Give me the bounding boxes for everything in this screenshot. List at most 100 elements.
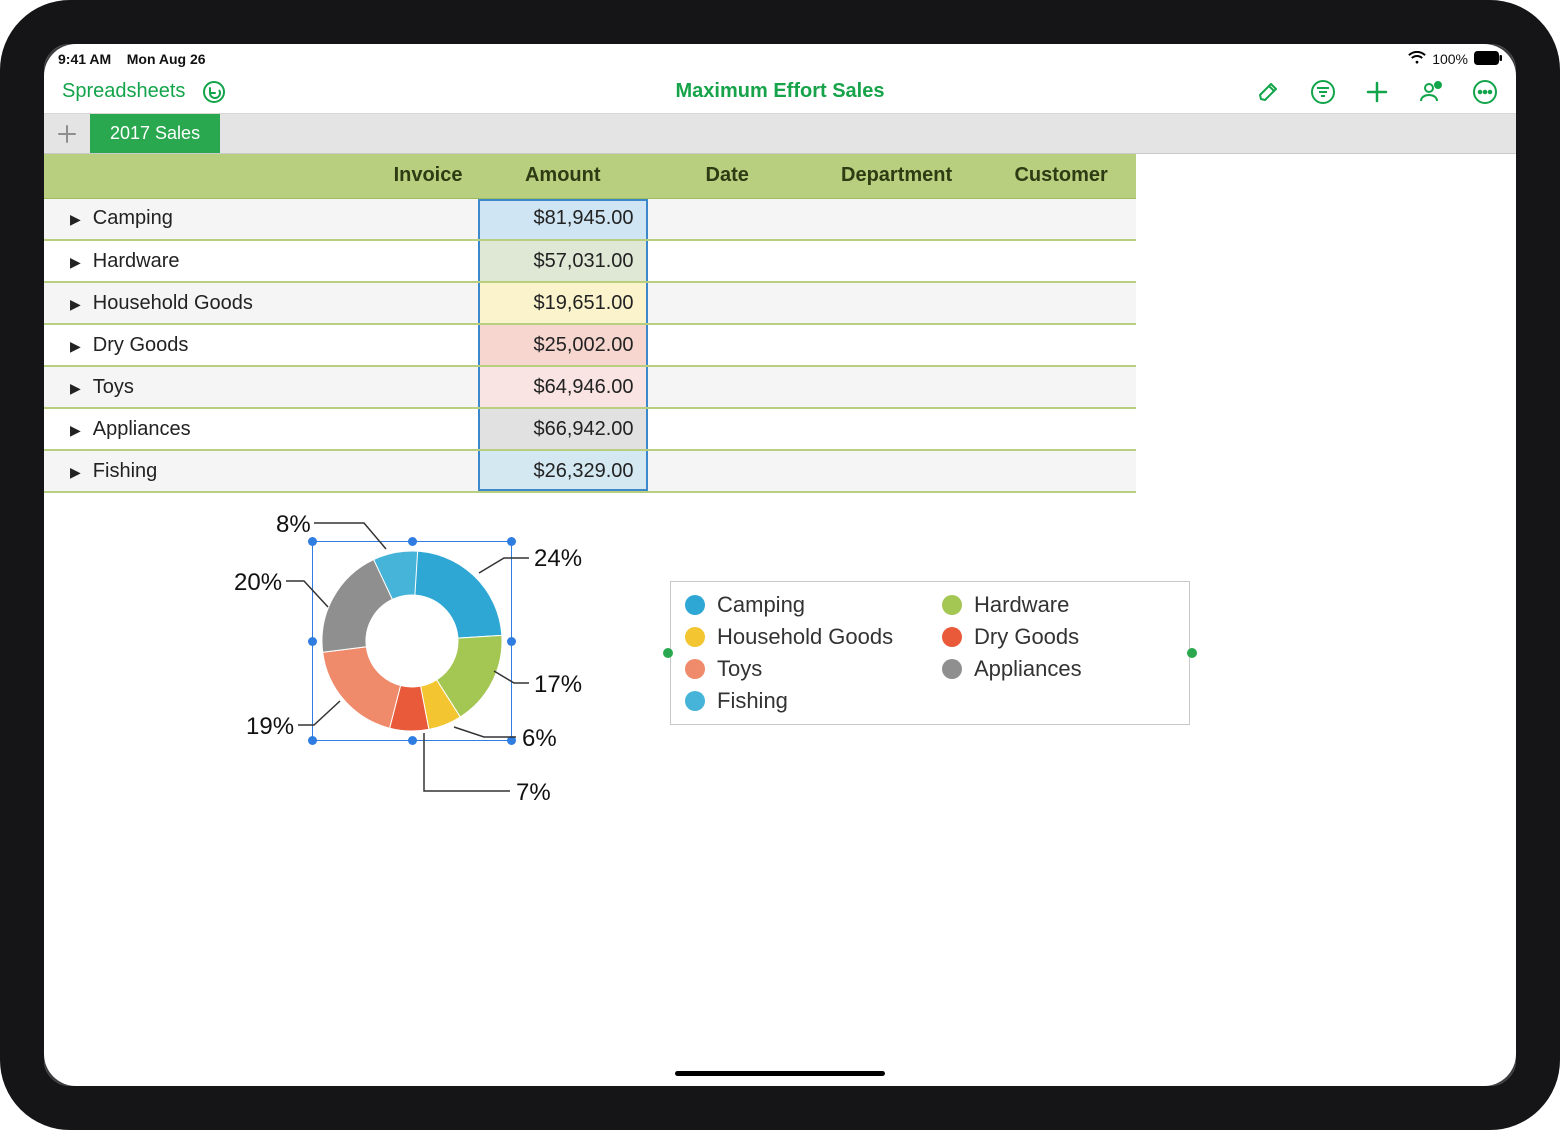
disclosure-icon[interactable]: ▶ — [70, 422, 81, 439]
format-brush-icon[interactable] — [1256, 79, 1282, 105]
collaborate-icon[interactable]: + — [1418, 79, 1444, 105]
disclosure-icon[interactable]: ▶ — [70, 464, 81, 481]
legend-item-toys[interactable]: Toys — [685, 656, 918, 682]
slice-label-camping: 24% — [534, 545, 582, 573]
category-cell[interactable]: ▶Toys — [44, 366, 478, 408]
table-row[interactable]: ▶Appliances$66,942.00 — [44, 408, 1136, 450]
col-invoice[interactable]: Invoice — [378, 154, 478, 198]
status-right: 100% — [1408, 51, 1502, 68]
empty-cell[interactable] — [807, 198, 987, 240]
col-blank[interactable] — [44, 154, 378, 198]
empty-cell[interactable] — [807, 366, 987, 408]
slice-label-household: 6% — [522, 725, 557, 753]
legend-swatch — [685, 627, 705, 647]
sales-table[interactable]: Invoice Amount Date Department Customer … — [44, 154, 1136, 493]
legend-label: Household Goods — [717, 624, 893, 650]
col-customer[interactable]: Customer — [986, 154, 1136, 198]
disclosure-icon[interactable]: ▶ — [70, 211, 81, 228]
legend-item-dry-goods[interactable]: Dry Goods — [942, 624, 1175, 650]
legend-handle-right[interactable] — [1187, 648, 1197, 658]
category-cell[interactable]: ▶Camping — [44, 198, 478, 240]
legend-item-appliances[interactable]: Appliances — [942, 656, 1175, 682]
legend-label: Camping — [717, 592, 805, 618]
col-amount[interactable]: Amount — [478, 154, 648, 198]
chart-legend[interactable]: Camping Hardware Household Goods Dry Goods T… — [670, 581, 1190, 725]
status-bar: 9:41 AM Mon Aug 26 100% — [44, 44, 1516, 70]
disclosure-icon[interactable]: ▶ — [70, 380, 81, 397]
disclosure-icon[interactable]: ▶ — [70, 254, 81, 271]
empty-cell[interactable] — [807, 282, 987, 324]
table-row[interactable]: ▶Toys$64,946.00 — [44, 366, 1136, 408]
home-indicator[interactable] — [675, 1071, 885, 1076]
legend-item-household-goods[interactable]: Household Goods — [685, 624, 918, 650]
legend-label: Toys — [717, 656, 762, 682]
svg-text:+: + — [1437, 83, 1440, 89]
wifi-icon — [1408, 51, 1426, 68]
empty-cell[interactable] — [807, 240, 987, 282]
slice-label-appliances: 20% — [234, 569, 282, 597]
empty-cell[interactable] — [986, 240, 1136, 282]
empty-cell[interactable] — [648, 240, 807, 282]
amount-cell[interactable]: $64,946.00 — [478, 366, 648, 408]
amount-cell[interactable]: $19,651.00 — [478, 282, 648, 324]
legend-item-fishing[interactable]: Fishing — [685, 688, 918, 714]
legend-label: Fishing — [717, 688, 788, 714]
legend-swatch — [942, 595, 962, 615]
chart-selection-box[interactable] — [312, 541, 512, 741]
disclosure-icon[interactable]: ▶ — [70, 338, 81, 355]
category-cell[interactable]: ▶Household Goods — [44, 282, 478, 324]
empty-cell[interactable] — [648, 282, 807, 324]
category-cell[interactable]: ▶Appliances — [44, 408, 478, 450]
battery-percent: 100% — [1432, 51, 1468, 67]
slice-label-hardware: 17% — [534, 671, 582, 699]
table-row[interactable]: ▶Hardware$57,031.00 — [44, 240, 1136, 282]
screen: 9:41 AM Mon Aug 26 100% Spreadsheets — [44, 44, 1516, 1086]
amount-cell[interactable]: $25,002.00 — [478, 324, 648, 366]
table-container: Invoice Amount Date Department Customer … — [44, 154, 1516, 493]
filter-icon[interactable] — [1310, 79, 1336, 105]
empty-cell[interactable] — [986, 408, 1136, 450]
amount-cell[interactable]: $57,031.00 — [478, 240, 648, 282]
back-button[interactable]: Spreadsheets — [62, 80, 185, 103]
legend-swatch — [685, 595, 705, 615]
empty-cell[interactable] — [648, 198, 807, 240]
legend-handle-left[interactable] — [663, 648, 673, 658]
amount-cell[interactable]: $26,329.00 — [478, 450, 648, 492]
category-cell[interactable]: ▶Fishing — [44, 450, 478, 492]
empty-cell[interactable] — [986, 366, 1136, 408]
col-date[interactable]: Date — [648, 154, 807, 198]
table-row[interactable]: ▶Dry Goods$25,002.00 — [44, 324, 1136, 366]
legend-item-camping[interactable]: Camping — [685, 592, 918, 618]
empty-cell[interactable] — [807, 408, 987, 450]
table-row[interactable]: ▶Fishing$26,329.00 — [44, 450, 1136, 492]
empty-cell[interactable] — [648, 408, 807, 450]
table-row[interactable]: ▶Household Goods$19,651.00 — [44, 282, 1136, 324]
more-icon[interactable] — [1472, 79, 1498, 105]
disclosure-icon[interactable]: ▶ — [70, 296, 81, 313]
empty-cell[interactable] — [986, 324, 1136, 366]
legend-label: Appliances — [974, 656, 1082, 682]
legend-item-hardware[interactable]: Hardware — [942, 592, 1175, 618]
empty-cell[interactable] — [648, 324, 807, 366]
empty-cell[interactable] — [986, 198, 1136, 240]
empty-cell[interactable] — [807, 324, 987, 366]
toolbar: Spreadsheets Maximum Effort Sales + — [44, 70, 1516, 114]
empty-cell[interactable] — [807, 450, 987, 492]
empty-cell[interactable] — [648, 450, 807, 492]
legend-swatch — [685, 659, 705, 679]
add-sheet-button[interactable] — [44, 114, 90, 153]
undo-icon[interactable] — [201, 79, 227, 105]
sheet-tab-active[interactable]: 2017 Sales — [90, 114, 220, 153]
empty-cell[interactable] — [986, 450, 1136, 492]
category-cell[interactable]: ▶Hardware — [44, 240, 478, 282]
amount-cell[interactable]: $66,942.00 — [478, 408, 648, 450]
category-cell[interactable]: ▶Dry Goods — [44, 324, 478, 366]
amount-cell[interactable]: $81,945.00 — [478, 198, 648, 240]
col-department[interactable]: Department — [807, 154, 987, 198]
empty-cell[interactable] — [648, 366, 807, 408]
document-title[interactable]: Maximum Effort Sales — [676, 80, 885, 103]
table-row[interactable]: ▶Camping$81,945.00 — [44, 198, 1136, 240]
empty-cell[interactable] — [986, 282, 1136, 324]
status-date: Mon Aug 26 — [127, 51, 206, 67]
add-icon[interactable] — [1364, 79, 1390, 105]
